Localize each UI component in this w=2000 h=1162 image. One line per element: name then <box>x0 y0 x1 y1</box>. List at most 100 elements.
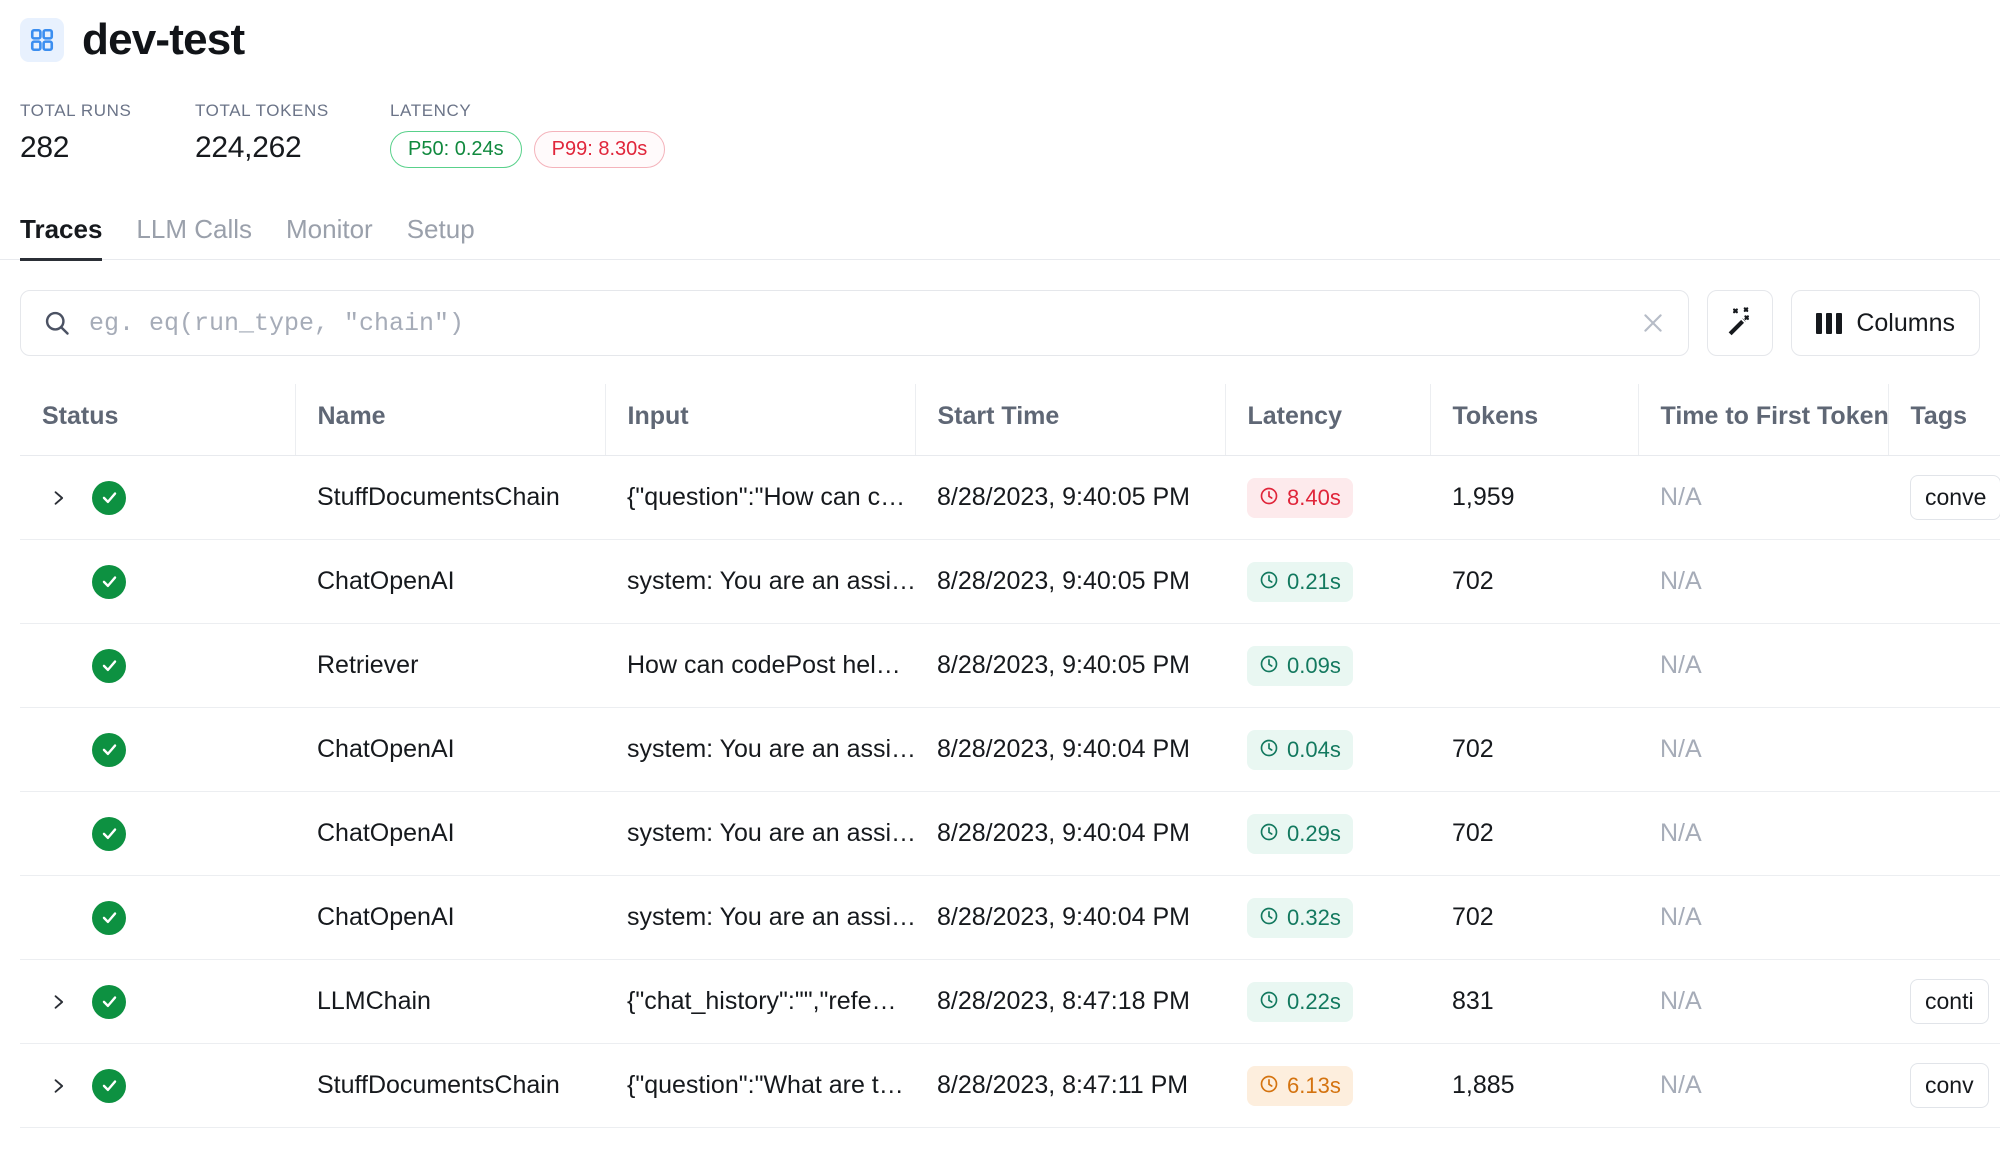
cell-ttft: N/A <box>1638 791 1888 877</box>
cell-input: How can codePost hel… <box>605 623 915 709</box>
expand-row-chevron-icon[interactable] <box>48 1074 78 1098</box>
run-ttft: N/A <box>1660 567 1702 596</box>
cell-latency: 0.09s <box>1225 623 1430 709</box>
cell-start-time: 8/28/2023, 8:47:11 PM <box>915 1043 1225 1129</box>
run-input: system: You are an assi… <box>627 735 915 764</box>
run-start-time: 8/28/2023, 9:40:04 PM <box>937 819 1190 848</box>
latency-p50-badge: P50: 0.24s <box>390 131 522 168</box>
columns-icon <box>1816 312 1843 334</box>
cell-input: {"question":"What are t… <box>605 1043 915 1129</box>
close-icon[interactable] <box>1636 306 1670 340</box>
run-tokens: 702 <box>1452 903 1494 932</box>
run-start-time: 8/28/2023, 8:47:18 PM <box>937 987 1190 1016</box>
filter-toolbar: Columns <box>0 260 2000 357</box>
columns-button-label: Columns <box>1856 308 1955 337</box>
runs-table: Status Name Input Start Time Latency Tok… <box>20 384 2000 1129</box>
column-header-start-time[interactable]: Start Time <box>915 384 1226 457</box>
run-input: {"question":"What are t… <box>627 1071 904 1100</box>
table-row[interactable]: StuffDocumentsChain {"question":"What are… <box>20 1043 2000 1129</box>
cell-name[interactable]: ChatOpenAI <box>295 707 605 793</box>
table-row[interactable]: ChatOpenAI system: You are an assi… 8/28/2… <box>20 707 2000 793</box>
tab-bar: Traces LLM Calls Monitor Setup <box>0 214 2000 261</box>
table-row[interactable]: ChatOpenAI system: You are an assi… 8/28/2… <box>20 539 2000 625</box>
cell-ttft: N/A <box>1638 707 1888 793</box>
run-input: {"question":"How can c… <box>627 483 906 512</box>
run-start-time: 8/28/2023, 8:47:11 PM <box>937 1071 1189 1100</box>
cell-status <box>20 875 295 961</box>
tag-pill[interactable]: conve <box>1910 475 2000 521</box>
cell-input: system: You are an assi… <box>605 875 915 961</box>
cell-latency: 0.22s <box>1225 959 1430 1045</box>
tab-llm-calls[interactable]: LLM Calls <box>136 214 252 259</box>
expand-row-chevron-icon[interactable] <box>48 990 78 1014</box>
search-input[interactable] <box>89 308 1637 338</box>
latency-badge: 0.21s <box>1247 561 1353 602</box>
run-tokens: 702 <box>1452 819 1494 848</box>
table-row[interactable]: LLMChain {"chat_history":"","refe… 8/28/20… <box>20 959 2000 1045</box>
cell-tags: conv <box>1888 1043 2000 1129</box>
cell-status <box>20 539 295 625</box>
magic-wand-button[interactable] <box>1707 290 1774 357</box>
run-ttft: N/A <box>1660 987 1702 1016</box>
expand-row-chevron-icon[interactable] <box>48 486 78 510</box>
column-header-input[interactable]: Input <box>605 384 916 457</box>
column-header-latency[interactable]: Latency <box>1225 384 1431 457</box>
cell-ttft: N/A <box>1638 1043 1888 1129</box>
table-row[interactable]: ChatOpenAI system: You are an assi… 8/28/2… <box>20 875 2000 961</box>
tag-pill[interactable]: conv <box>1910 1063 1989 1109</box>
cell-input: system: You are an assi… <box>605 791 915 877</box>
run-ttft: N/A <box>1660 651 1702 680</box>
tab-monitor[interactable]: Monitor <box>286 214 373 259</box>
cell-ttft: N/A <box>1638 455 1888 541</box>
run-ttft: N/A <box>1660 903 1702 932</box>
latency-value: 8.40s <box>1287 484 1341 510</box>
cell-start-time: 8/28/2023, 9:40:04 PM <box>915 707 1225 793</box>
table-row[interactable]: Retriever How can codePost hel… 8/28/2023,… <box>20 623 2000 709</box>
tab-setup[interactable]: Setup <box>407 214 475 259</box>
cell-latency: 8.40s <box>1225 455 1430 541</box>
tag-pill[interactable]: conti <box>1910 979 1989 1025</box>
cell-latency: 0.04s <box>1225 707 1430 793</box>
latency-badges: P50: 0.24s P99: 8.30s <box>390 131 666 168</box>
cell-tokens: 831 <box>1430 959 1638 1045</box>
cell-tokens: 702 <box>1430 875 1638 961</box>
column-header-ttft[interactable]: Time to First Token <box>1638 384 1889 457</box>
cell-tokens: 702 <box>1430 539 1638 625</box>
cell-name[interactable]: LLMChain <box>295 959 605 1045</box>
runs-table-body: StuffDocumentsChain {"question":"How can … <box>20 455 2000 1129</box>
column-header-status[interactable]: Status <box>20 384 296 457</box>
cell-ttft: N/A <box>1638 539 1888 625</box>
cell-name[interactable]: StuffDocumentsChain <box>295 455 605 541</box>
run-ttft: N/A <box>1660 1071 1702 1100</box>
run-ttft: N/A <box>1660 819 1702 848</box>
table-row[interactable]: StuffDocumentsChain {"question":"How can … <box>20 455 2000 541</box>
cell-start-time: 8/28/2023, 9:40:05 PM <box>915 539 1225 625</box>
cell-name[interactable]: StuffDocumentsChain <box>295 1043 605 1129</box>
run-tokens: 702 <box>1452 567 1494 596</box>
tab-traces[interactable]: Traces <box>20 214 103 261</box>
cell-input: {"chat_history":"","refe… <box>605 959 915 1045</box>
cell-ttft: N/A <box>1638 623 1888 709</box>
run-input: {"chat_history":"","refe… <box>627 987 897 1016</box>
column-header-name[interactable]: Name <box>295 384 606 457</box>
cell-name[interactable]: Retriever <box>295 623 605 709</box>
cell-tokens: 1,959 <box>1430 455 1638 541</box>
cell-start-time: 8/28/2023, 9:40:04 PM <box>915 791 1225 877</box>
stat-total-runs-value: 282 <box>20 131 70 164</box>
column-header-tokens[interactable]: Tokens <box>1430 384 1639 457</box>
columns-button[interactable]: Columns <box>1791 290 1980 357</box>
cell-name[interactable]: ChatOpenAI <box>295 791 605 877</box>
cell-name[interactable]: ChatOpenAI <box>295 875 605 961</box>
latency-value: 0.29s <box>1287 820 1341 846</box>
column-header-tags[interactable]: Tags <box>1888 384 2000 457</box>
cell-start-time: 8/28/2023, 9:40:05 PM <box>915 455 1225 541</box>
cell-name[interactable]: ChatOpenAI <box>295 539 605 625</box>
clock-icon <box>1259 738 1279 762</box>
search-box[interactable] <box>20 290 1690 357</box>
run-name: StuffDocumentsChain <box>317 1071 560 1100</box>
run-name: ChatOpenAI <box>317 903 455 932</box>
cell-status <box>20 959 295 1045</box>
table-row[interactable]: ChatOpenAI system: You are an assi… 8/28/2… <box>20 791 2000 877</box>
latency-value: 0.32s <box>1287 904 1341 930</box>
run-start-time: 8/28/2023, 9:40:05 PM <box>937 483 1190 512</box>
